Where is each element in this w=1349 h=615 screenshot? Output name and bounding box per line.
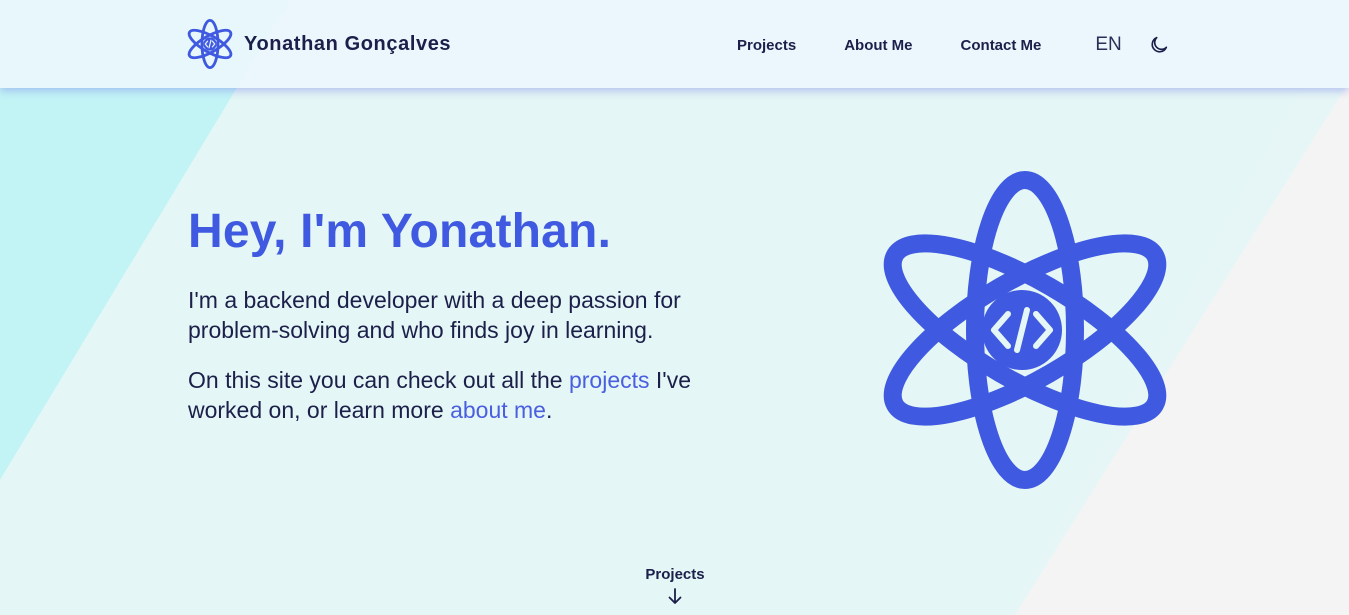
hero-section: Hey, I'm Yonathan. I'm a backend develop… xyxy=(188,204,768,425)
atom-code-icon xyxy=(187,18,233,70)
nav-about-link[interactable]: About Me xyxy=(844,37,912,54)
brand-name: Yonathan Gonçalves xyxy=(244,32,452,55)
page: Yonathan Gonçalves Projects About Me Con… xyxy=(0,0,1349,615)
projects-inline-link[interactable]: projects xyxy=(569,367,650,393)
arrow-down-icon xyxy=(668,588,682,604)
nav-projects-link[interactable]: Projects xyxy=(737,37,796,54)
main-nav: Projects About Me Contact Me EN xyxy=(737,34,1170,56)
brand-home-link[interactable]: Yonathan Gonçalves xyxy=(186,18,451,70)
hero-more-suffix: . xyxy=(545,397,553,423)
language-switcher[interactable]: EN xyxy=(1095,34,1121,56)
scroll-cue-label: Projects xyxy=(645,566,705,583)
nav-contact-link[interactable]: Contact Me xyxy=(961,37,1042,54)
hero-intro: I'm a backend developer with a deep pass… xyxy=(188,287,681,343)
about-me-inline-link[interactable]: about me xyxy=(450,397,546,423)
scroll-to-projects[interactable]: Projects xyxy=(630,566,720,605)
hero-more-text: On this site you can check out all the p… xyxy=(188,365,768,425)
atom-code-icon xyxy=(883,171,1167,489)
hero-more-prefix: On this site you can check out all the xyxy=(188,367,569,393)
site-header: Yonathan Gonçalves Projects About Me Con… xyxy=(0,0,1349,88)
hero-title: Hey, I'm Yonathan. xyxy=(188,205,612,258)
moon-icon[interactable] xyxy=(1148,34,1170,56)
